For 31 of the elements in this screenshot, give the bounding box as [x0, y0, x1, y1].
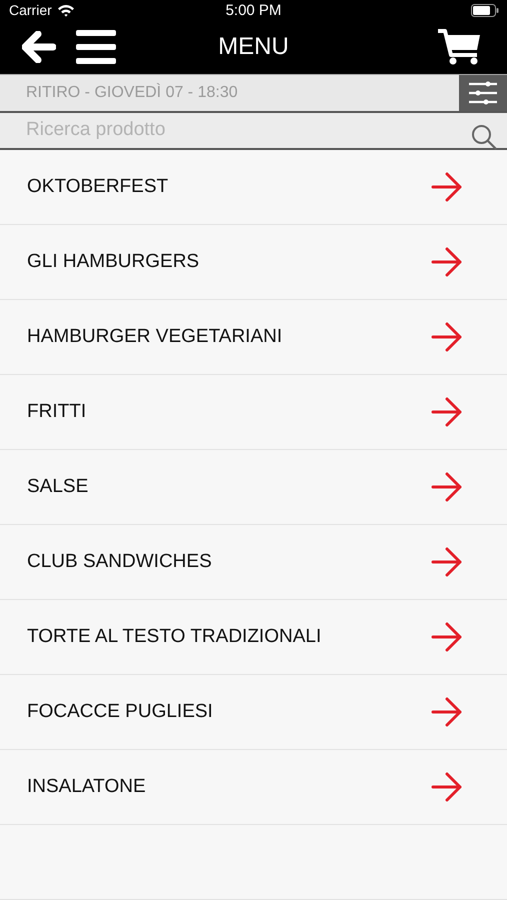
sliders-icon — [468, 80, 498, 105]
filter-button[interactable] — [459, 74, 507, 111]
category-item[interactable]: GLI HAMBURGERS — [0, 225, 507, 300]
category-item[interactable]: CLUB SANDWICHES — [0, 525, 507, 600]
category-item[interactable]: FOCACCE PUGLIESI — [0, 675, 507, 750]
arrow-right-icon — [431, 547, 463, 577]
category-item[interactable]: OKTOBERFEST — [0, 150, 507, 225]
arrow-right-icon — [431, 322, 463, 352]
arrow-right-icon — [431, 772, 463, 802]
category-item[interactable]: SALSE — [0, 450, 507, 525]
arrow-right-icon — [431, 622, 463, 652]
wifi-icon — [56, 4, 75, 17]
clock-time: 5:00 PM — [226, 2, 282, 19]
arrow-right-icon — [431, 697, 463, 727]
search-field[interactable]: Ricerca prodotto — [0, 112, 507, 148]
search-icon — [471, 124, 497, 150]
back-button[interactable] — [22, 31, 56, 64]
category-item[interactable]: FRITTI — [0, 375, 507, 450]
menu-button[interactable] — [76, 30, 116, 64]
arrow-right-icon — [431, 247, 463, 277]
page-title: MENU — [218, 33, 289, 62]
category-item[interactable]: HAMBURGER VEGETARIANI — [0, 300, 507, 375]
category-item[interactable]: TORTE AL TESTO TRADIZIONALI — [0, 600, 507, 675]
battery-icon — [471, 4, 499, 17]
pickup-time-label: RITIRO - GIOVEDÌ 07 - 18:30 — [25, 82, 239, 103]
category-item[interactable]: INSALATONE — [0, 750, 507, 825]
cart-button[interactable] — [437, 28, 481, 66]
arrow-right-icon — [431, 397, 463, 427]
carrier-label: Carrier — [9, 2, 52, 18]
arrow-right-icon — [431, 472, 463, 502]
arrow-right-icon — [431, 172, 463, 202]
